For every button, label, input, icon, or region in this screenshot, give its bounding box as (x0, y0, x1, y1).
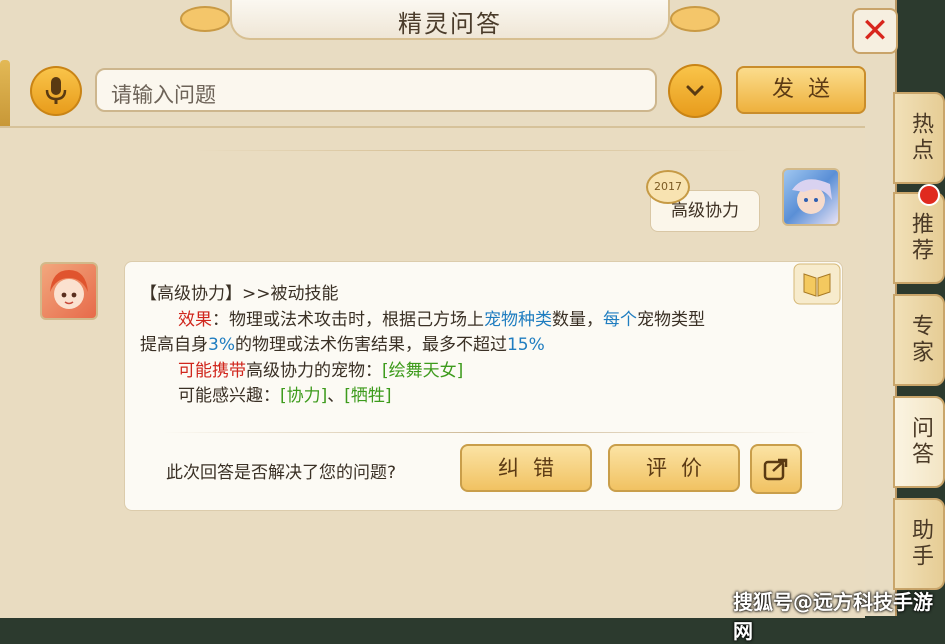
boost-percent-3: 3% (208, 335, 235, 355)
share-icon (763, 458, 788, 481)
chat-divider (195, 150, 750, 151)
tab-expert[interactable]: 专家 (893, 294, 945, 386)
share-button[interactable] (750, 444, 802, 494)
close-icon: ✕ (860, 11, 890, 51)
effect-text-c: 宠物类型 (637, 310, 705, 330)
tab-assistant[interactable]: 助手 (893, 498, 945, 590)
tab-recommend[interactable]: 推荐 (893, 192, 945, 284)
assistant-avatar[interactable] (40, 262, 98, 320)
user-avatar-image (792, 179, 832, 214)
window-title: 精灵问答 (398, 10, 502, 38)
effect-text-a: ：物理或法术攻击时，根据己方场上 (212, 310, 484, 330)
answer-interest-line: 可能感兴趣：[协力]、[牺牲] (178, 381, 392, 406)
assistant-avatar-image (50, 270, 88, 309)
card-divider (162, 432, 817, 433)
report-error-button[interactable]: 纠错 (460, 444, 592, 492)
watermark: 搜狐号@远方科技手游网 (733, 590, 933, 643)
microphone-icon (45, 77, 67, 104)
effect-highlight-species: 宠物种类 (484, 310, 552, 330)
send-button[interactable]: 发送 (736, 66, 866, 114)
chevron-down-icon (686, 85, 704, 97)
user-avatar[interactable] (782, 168, 840, 226)
history-dropdown-button[interactable] (668, 64, 722, 118)
book-icon[interactable] (792, 262, 842, 306)
feedback-question: 此次回答是否解决了您的问题? (166, 463, 397, 483)
answer-boost-line: 提高自身3%的物理或法术伤害结果，最多不超过15% (140, 330, 545, 355)
carry-text: 高级协力的宠物： (246, 361, 382, 381)
cloud-ornament-right (670, 6, 720, 32)
boost-text-b: 的物理或法术伤害结果，最多不超过 (234, 335, 507, 355)
boost-percent-15: 15% (506, 335, 545, 355)
question-input[interactable]: 请输入问题 (95, 68, 657, 112)
close-button[interactable]: ✕ (852, 8, 898, 54)
interest-label: 可能感兴趣： (178, 386, 280, 406)
effect-label: 效果 (178, 310, 212, 330)
effect-text-b: 数量， (552, 310, 603, 330)
boost-text-a: 提高自身 (140, 335, 208, 355)
answer-effect-line: 效果：物理或法术攻击时，根据己方场上宠物种类数量，每个宠物类型 (178, 305, 705, 330)
year-badge: 2017 (646, 170, 690, 204)
carry-pet-link[interactable]: [绘舞天女] (382, 361, 463, 381)
interest-link-cooperate[interactable]: [协力] (280, 386, 327, 406)
cloud-ornament-left (180, 6, 230, 32)
answer-title: 【高级协力】>>被动技能 (140, 284, 339, 304)
voice-input-button[interactable] (30, 66, 82, 116)
rate-button[interactable]: 评价 (608, 444, 740, 492)
carry-label: 可能携带 (178, 361, 246, 381)
effect-highlight-each: 每个 (603, 310, 637, 330)
answer-carry-line: 可能携带高级协力的宠物：[绘舞天女] (178, 356, 463, 381)
tab-qa[interactable]: 问答 (893, 396, 945, 488)
tab-hot[interactable]: 热点 (893, 92, 945, 184)
interest-separator: 、 (327, 386, 345, 406)
interest-link-sacrifice[interactable]: [牺牲] (344, 386, 391, 406)
notification-dot (918, 184, 940, 206)
